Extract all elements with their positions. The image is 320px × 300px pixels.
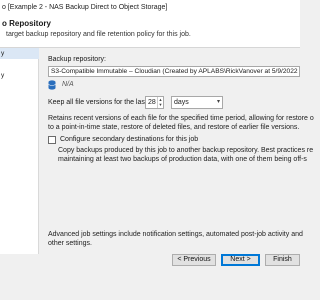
secondary-description-line: maintaining at least two backups of prod… [58,155,307,163]
retention-description: Retains recent versions of each file for… [48,115,314,132]
next-button[interactable]: Next > [221,254,260,266]
main-content: Backup repository: S3-Compatible Immutab… [40,48,314,254]
repository-label: Backup repository: [48,56,106,63]
secondary-description-line: Copy backups produced by this job to ano… [58,147,314,154]
keep-versions-label: Keep all file versions for the last: [48,99,149,106]
retention-unit-value: days [174,99,189,106]
retention-description-line: Retains recent versions of each file for… [48,115,314,122]
repository-status: N/A [62,81,74,88]
secondary-destinations-label[interactable]: Configure secondary destinations for thi… [60,136,198,143]
retention-value: 28 [148,99,156,106]
retention-unit-select[interactable]: days ▾ [171,96,223,109]
finish-button[interactable]: Finish [265,254,300,266]
retention-description-line: to a point-in-time state, restore of del… [48,123,300,131]
secondary-destinations-checkbox[interactable] [48,136,56,144]
secondary-destinations-description: Copy backups produced by this job to ano… [58,147,313,164]
previous-button[interactable]: < Previous [172,254,216,266]
retention-stepper[interactable]: 28 ▲ ▼ [145,96,164,109]
database-icon [48,80,56,90]
page-title: o Repository [2,19,51,28]
stepper-arrows-icon[interactable]: ▲ ▼ [157,97,163,108]
advanced-description-line: Advanced job settings include notificati… [48,231,303,238]
page-description: target backup repository and file retent… [6,31,191,38]
sidebar-item-summary[interactable]: y [0,70,39,81]
repository-select[interactable]: S3-Compatible Immutable – Cloudian (Crea… [48,66,300,77]
advanced-settings-description: Advanced job settings include notificati… [48,231,303,248]
advanced-description-line: other settings. [48,239,92,247]
sidebar-item-storage[interactable]: y [0,48,39,59]
chevron-down-icon: ▾ [216,99,220,105]
window-title: o [Example 2 - NAS Backup Direct to Obje… [0,0,300,16]
wizard-footer: < Previous Next > Finish [0,254,300,300]
wizard-header: o Repository target backup repository an… [0,16,300,48]
